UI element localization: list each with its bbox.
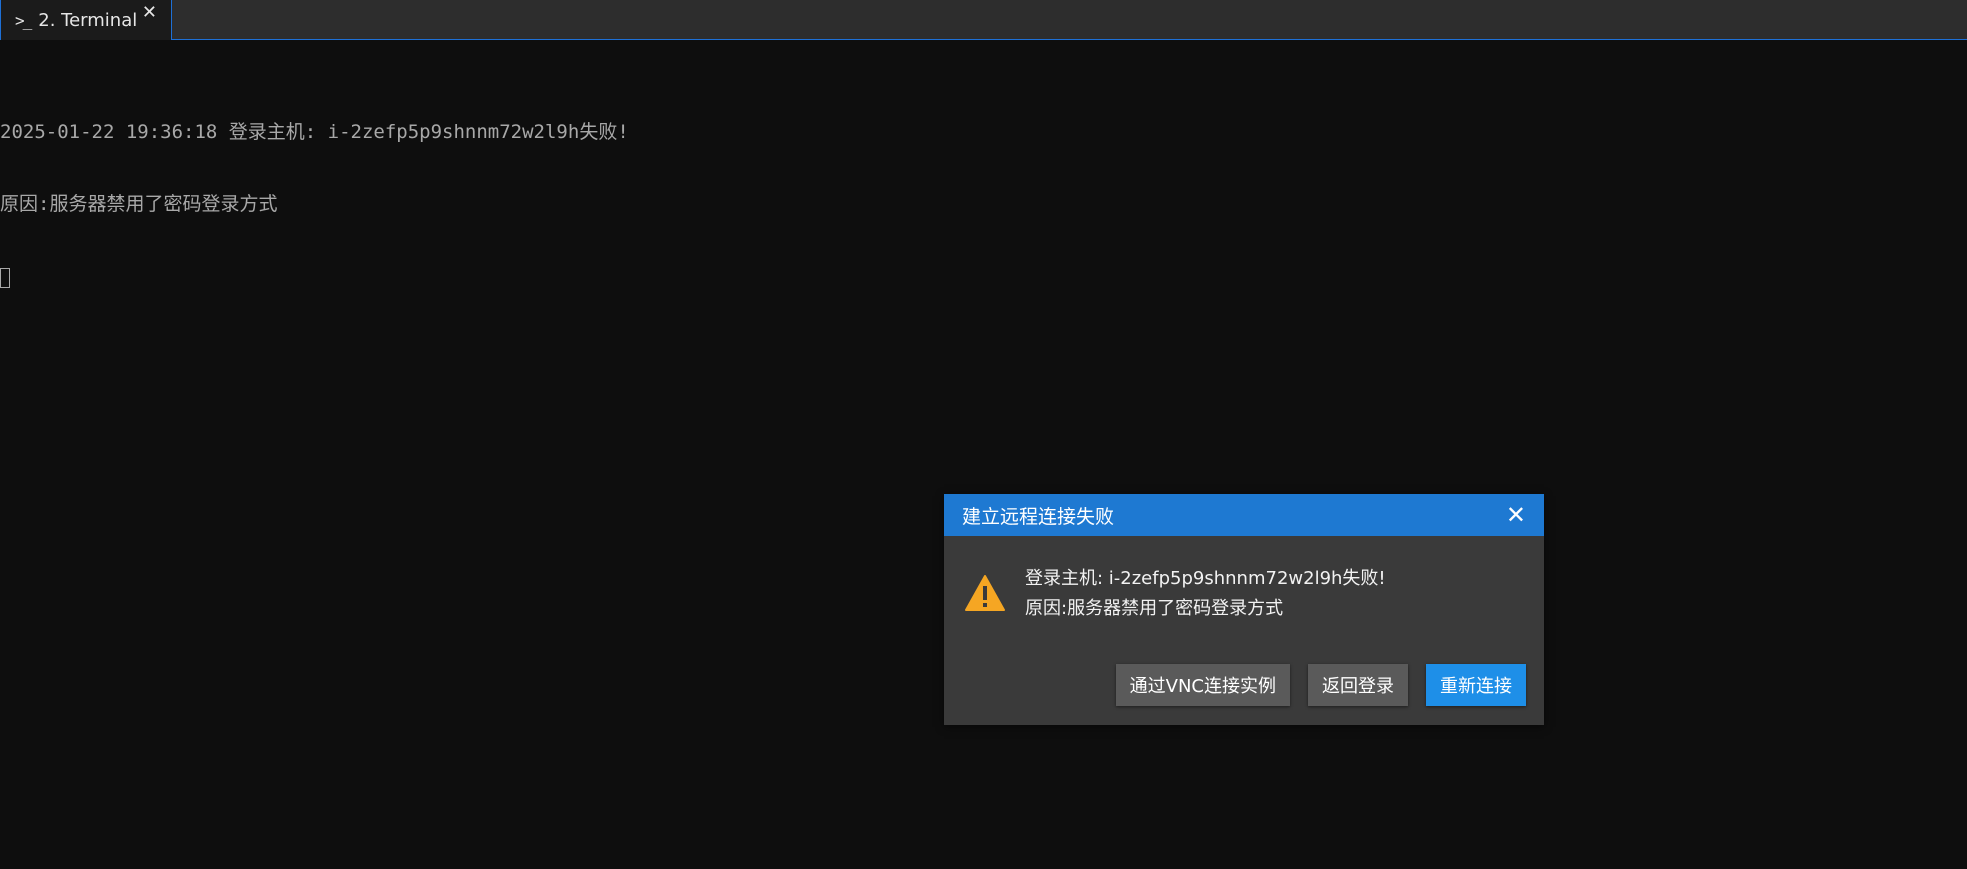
dialog-close-icon[interactable]: ✕	[1506, 501, 1526, 529]
dialog-buttons: 通过VNC连接实例 返回登录 重新连接	[1115, 664, 1526, 706]
dialog-message-line-1: 登录主机: i-2zefp5p9shnnm72w2l9h失败!	[1025, 568, 1386, 589]
dialog-message-line-2: 原因:服务器禁用了密码登录方式	[1025, 598, 1284, 619]
back-to-login-button[interactable]: 返回登录	[1308, 664, 1408, 706]
tab-close-icon[interactable]: ✕	[142, 2, 157, 23]
dialog-body: 登录主机: i-2zefp5p9shnnm72w2l9h失败! 原因:服务器禁用…	[944, 536, 1544, 656]
dialog-header: 建立远程连接失败 ✕	[944, 494, 1544, 536]
connection-failed-dialog: 建立远程连接失败 ✕ 登录主机: i-2zefp5p9shnnm72w2l9h失…	[944, 494, 1544, 725]
terminal-cursor	[0, 267, 10, 288]
terminal-line-1: 2025-01-22 19:36:18 登录主机: i-2zefp5p9shnn…	[0, 121, 629, 143]
tab-label: 2. Terminal	[38, 9, 138, 31]
reconnect-button[interactable]: 重新连接	[1426, 664, 1526, 706]
terminal-line-2: 原因:服务器禁用了密码登录方式	[0, 193, 278, 215]
terminal-output[interactable]: 2025-01-22 19:36:18 登录主机: i-2zefp5p9shnn…	[0, 72, 1967, 312]
tab-terminal[interactable]: >_ 2. Terminal ✕	[0, 0, 172, 40]
dialog-title: 建立远程连接失败	[962, 505, 1115, 528]
terminal-prompt-icon: >_	[15, 10, 32, 30]
tab-bar: >_ 2. Terminal ✕	[0, 0, 1967, 40]
dialog-message: 登录主机: i-2zefp5p9shnnm72w2l9h失败! 原因:服务器禁用…	[1025, 564, 1386, 624]
warning-icon	[965, 575, 1005, 611]
vnc-connect-button[interactable]: 通过VNC连接实例	[1115, 664, 1290, 706]
